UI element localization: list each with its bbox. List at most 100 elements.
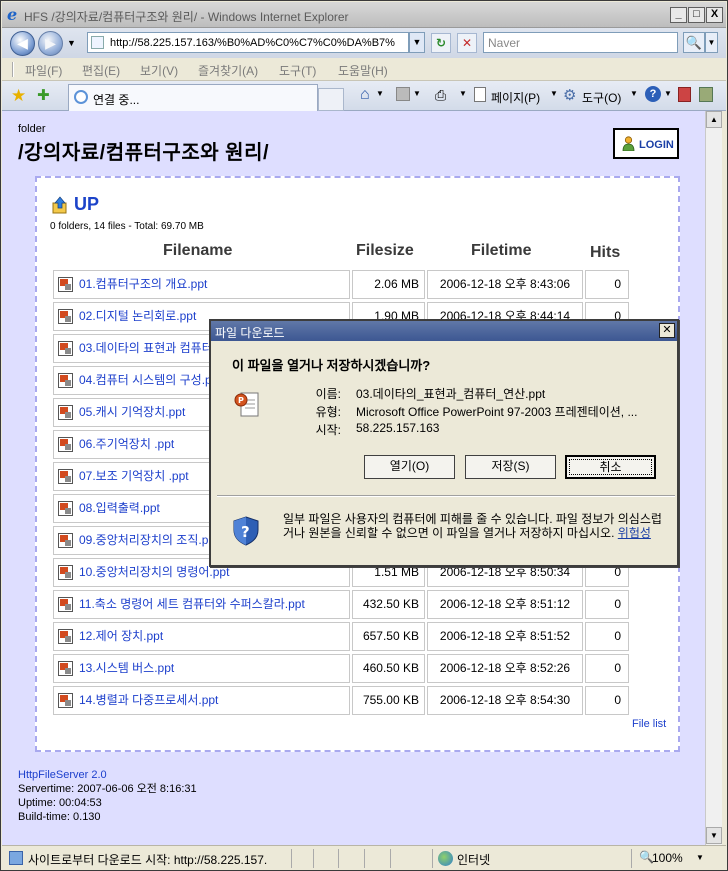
menu-tools[interactable]: 도구(T) bbox=[279, 62, 316, 79]
favorites-star-icon[interactable]: ★ bbox=[11, 86, 26, 106]
powerpoint-file-icon: P bbox=[234, 392, 259, 417]
file-link[interactable]: 12.제어 장치.ppt bbox=[53, 622, 350, 651]
up-link[interactable]: UP bbox=[74, 194, 99, 215]
dialog-warning: 일부 파일은 사용자의 컴퓨터에 피해를 줄 수 있습니다. 파일 정보가 의심… bbox=[283, 512, 668, 540]
svg-text:P: P bbox=[238, 396, 244, 405]
scroll-down-arrow[interactable]: ▼ bbox=[706, 827, 722, 844]
zoom-dropdown-icon[interactable]: ▼ bbox=[696, 853, 704, 862]
print-icon[interactable]: ⎙ bbox=[435, 87, 446, 104]
research-icon[interactable] bbox=[678, 87, 691, 102]
status-bar: 사이트로부터 다운로드 시작: http://58.225.157. 인터넷 🔍… bbox=[2, 845, 726, 870]
cancel-button[interactable]: 취소 bbox=[565, 455, 656, 479]
vertical-scrollbar[interactable]: ▲ ▼ bbox=[705, 111, 722, 845]
title-bar: e HFS /강의자료/컴퓨터구조와 원리/ - Windows Interne… bbox=[2, 2, 726, 28]
refresh-icon[interactable]: ↻ bbox=[431, 33, 451, 53]
server-footer: HttpFileServer 2.0 Servertime: 2007-06-0… bbox=[18, 768, 197, 824]
save-button[interactable]: 저장(S) bbox=[465, 455, 556, 479]
new-tab-button[interactable] bbox=[318, 88, 344, 111]
dialog-divider bbox=[217, 495, 675, 497]
ppt-file-icon bbox=[58, 565, 73, 580]
ppt-file-icon bbox=[58, 693, 73, 708]
file-link[interactable]: 14.병렬과 다중프로세서.ppt bbox=[53, 686, 350, 715]
file-hits: 0 bbox=[585, 686, 629, 715]
dialog-title-bar: 파일 다운로드 ✕ bbox=[211, 321, 677, 341]
column-header-hits[interactable]: Hits bbox=[590, 244, 620, 262]
add-favorite-icon[interactable]: ✚ bbox=[37, 86, 50, 104]
risk-link[interactable]: 위험성 bbox=[618, 526, 651, 540]
menu-favorites[interactable]: 즐겨찾기(A) bbox=[198, 62, 258, 79]
shield-icon: ? bbox=[233, 516, 259, 546]
minimize-button[interactable]: _ bbox=[670, 7, 687, 23]
search-options-dropdown[interactable]: ▼ bbox=[705, 32, 718, 53]
tab-current[interactable]: 연결 중... bbox=[68, 84, 318, 111]
ppt-file-icon bbox=[58, 661, 73, 676]
maximize-button[interactable]: □ bbox=[688, 7, 705, 23]
scroll-up-arrow[interactable]: ▲ bbox=[706, 111, 722, 128]
menu-grip bbox=[12, 62, 14, 77]
svg-text:?: ? bbox=[241, 523, 250, 541]
column-header-filename[interactable]: Filename bbox=[163, 242, 232, 260]
file-link[interactable]: 01.컴퓨터구조의 개요.ppt bbox=[53, 270, 350, 299]
login-button[interactable]: LOGIN bbox=[613, 128, 679, 159]
file-time: 2006-12-18 오후 8:52:26 bbox=[427, 654, 583, 683]
stop-icon[interactable]: ✕ bbox=[457, 33, 477, 53]
menu-bar: 파일(F) 편집(E) 보기(V) 즐겨찾기(A) 도구(T) 도움말(H) bbox=[2, 58, 726, 81]
file-hits: 0 bbox=[585, 654, 629, 683]
search-placeholder: Naver bbox=[488, 36, 521, 50]
help-dropdown-icon[interactable]: ▼ bbox=[664, 89, 672, 98]
status-divider bbox=[364, 849, 365, 868]
menu-file[interactable]: 파일(F) bbox=[25, 62, 62, 79]
search-icon[interactable]: 🔍 bbox=[683, 32, 705, 53]
page-dropdown-icon[interactable]: ▼ bbox=[550, 89, 558, 98]
folder-summary: 0 folders, 14 files - Total: 69.70 MB bbox=[50, 221, 204, 232]
help-icon[interactable]: ? bbox=[645, 86, 661, 102]
dialog-question: 이 파일을 열거나 저장하시겠습니까? bbox=[232, 358, 431, 373]
search-input[interactable]: Naver bbox=[483, 32, 678, 53]
close-button[interactable]: X bbox=[706, 7, 723, 23]
file-size: 657.50 KB bbox=[352, 622, 425, 651]
ppt-file-icon bbox=[58, 469, 73, 484]
address-toolbar: ◀ ▶ ▼ http://58.225.157.163/%B0%AD%C0%C7… bbox=[2, 28, 726, 58]
back-button[interactable]: ◀ bbox=[10, 31, 35, 56]
status-divider bbox=[338, 849, 339, 868]
dialog-close-button[interactable]: ✕ bbox=[659, 323, 675, 338]
server-name-link[interactable]: HttpFileServer 2.0 bbox=[18, 768, 197, 782]
file-hits: 0 bbox=[585, 270, 629, 299]
home-icon[interactable]: ⌂ bbox=[360, 86, 370, 104]
feeds-icon[interactable] bbox=[396, 87, 410, 101]
name-label: 이름: bbox=[315, 387, 341, 401]
file-link[interactable]: 11.축소 명령어 세트 컴퓨터와 수퍼스칼라.ppt bbox=[53, 590, 350, 619]
page-menu[interactable]: 페이지(P) bbox=[491, 89, 540, 106]
print-dropdown-icon[interactable]: ▼ bbox=[459, 89, 467, 98]
address-url: http://58.225.157.163/%B0%AD%C0%C7%C0%DA… bbox=[110, 37, 395, 49]
column-header-filetime[interactable]: Filetime bbox=[471, 242, 531, 260]
type-label: 유형: bbox=[315, 405, 341, 419]
window-title: HFS /강의자료/컴퓨터구조와 원리/ - Windows Internet … bbox=[24, 10, 349, 24]
up-folder-icon[interactable] bbox=[52, 196, 68, 214]
folder-label: folder bbox=[18, 123, 46, 135]
download-status-icon bbox=[9, 851, 23, 865]
menu-help[interactable]: 도움말(H) bbox=[338, 62, 388, 79]
messenger-icon[interactable] bbox=[699, 87, 713, 102]
column-header-filesize[interactable]: Filesize bbox=[356, 242, 414, 260]
security-zone: 인터넷 bbox=[457, 853, 491, 867]
ppt-file-icon bbox=[58, 405, 73, 420]
file-hits: 0 bbox=[585, 590, 629, 619]
feeds-dropdown-icon[interactable]: ▼ bbox=[413, 89, 421, 98]
forward-button[interactable]: ▶ bbox=[38, 31, 63, 56]
file-size: 755.00 KB bbox=[352, 686, 425, 715]
address-input[interactable]: http://58.225.157.163/%B0%AD%C0%C7%C0%DA… bbox=[87, 32, 409, 53]
loading-icon bbox=[74, 90, 88, 104]
file-size: 432.50 KB bbox=[352, 590, 425, 619]
address-dropdown[interactable]: ▼ bbox=[409, 32, 425, 53]
menu-edit[interactable]: 편집(E) bbox=[82, 62, 120, 79]
tools-menu[interactable]: 도구(O) bbox=[582, 89, 621, 106]
open-button[interactable]: 열기(O) bbox=[364, 455, 455, 479]
zoom-level[interactable]: 100% bbox=[652, 851, 683, 865]
home-dropdown-icon[interactable]: ▼ bbox=[376, 89, 384, 98]
history-dropdown-icon[interactable]: ▼ bbox=[67, 38, 76, 48]
tools-dropdown-icon[interactable]: ▼ bbox=[630, 89, 638, 98]
file-link[interactable]: 13.시스템 버스.ppt bbox=[53, 654, 350, 683]
menu-view[interactable]: 보기(V) bbox=[140, 62, 178, 79]
file-list-link[interactable]: File list bbox=[632, 718, 666, 730]
